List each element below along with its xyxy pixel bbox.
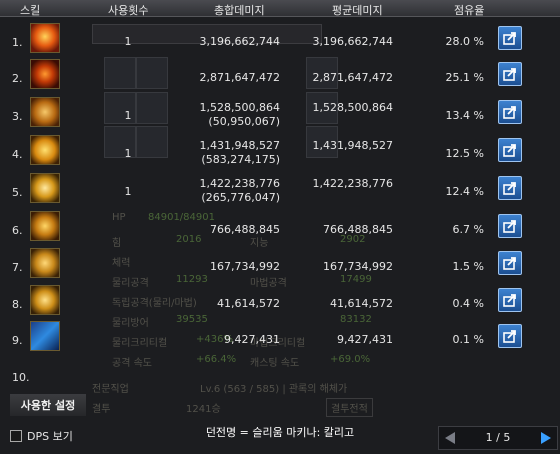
ring-skill-icon	[30, 285, 60, 315]
total-damage: 2,871,647,472	[199, 71, 280, 84]
header-skill: 스킬	[20, 4, 41, 17]
total-damage: 9,427,431	[224, 333, 280, 346]
export-icon	[503, 257, 516, 270]
dungeon-name: 던전명 = 슬리움 마키나: 칼리고	[205, 426, 355, 439]
share-export-button[interactable]	[498, 251, 522, 275]
export-icon	[503, 182, 516, 195]
export-icon	[503, 330, 516, 343]
average-damage: 1,431,948,527	[312, 139, 393, 152]
fire-skill-icon	[30, 23, 60, 53]
damage-share: 1.5 %	[452, 260, 484, 273]
table-row: 4. 1 1,431,948,527 (583,274,175) 1,431,948,5…	[0, 132, 560, 170]
row-number: 2.	[12, 72, 23, 85]
header-total: 총합데미지	[214, 4, 265, 17]
pager: 1 / 5	[438, 426, 558, 450]
row-number: 7.	[12, 261, 23, 274]
average-damage: 1,528,500,864	[312, 101, 393, 114]
share-export-button[interactable]	[498, 176, 522, 200]
share-export-button[interactable]	[498, 100, 522, 124]
table-row: 6. 766,488,845 766,488,845 6.7 %	[0, 208, 560, 246]
figure-skill-icon	[30, 97, 60, 127]
used-settings-label[interactable]: 사용한 설정	[10, 394, 86, 416]
damage-share: 25.1 %	[445, 71, 484, 84]
export-icon	[503, 106, 516, 119]
row-number: 8.	[12, 298, 23, 311]
table-row: 1. 1 3,196,662,744 3,196,662,744 28.0 %	[0, 20, 560, 58]
row-number: 5.	[12, 186, 23, 199]
ghost-duel-button: 결투전적	[326, 398, 373, 417]
average-damage: 766,488,845	[323, 223, 393, 236]
average-damage: 167,734,992	[323, 260, 393, 273]
use-count: 1	[124, 185, 132, 198]
table-row: 7. 167,734,992 167,734,992 1.5 %	[0, 245, 560, 283]
row-number: 1.	[12, 36, 23, 49]
share-export-button[interactable]	[498, 214, 522, 238]
crown-skill-icon	[30, 211, 60, 241]
total-damage: 167,734,992	[210, 260, 280, 273]
export-icon	[503, 68, 516, 81]
damage-share: 12.5 %	[445, 147, 484, 160]
face-skill-icon	[30, 248, 60, 278]
page-indicator: 1 / 5	[485, 431, 511, 444]
header-avg: 평균데미지	[332, 4, 383, 17]
total-damage: 1,528,500,864	[199, 101, 280, 114]
swirl-skill-icon	[30, 173, 60, 203]
total-damage: 766,488,845	[210, 223, 280, 236]
bolt-skill-icon	[30, 135, 60, 165]
row-number: 4.	[12, 148, 23, 161]
share-export-button[interactable]	[498, 62, 522, 86]
damage-share: 6.7 %	[452, 223, 484, 236]
share-export-button[interactable]	[498, 324, 522, 348]
use-count: 1	[124, 147, 132, 160]
eye-skill-icon	[30, 59, 60, 89]
dps-toggle[interactable]: DPS 보기	[10, 428, 73, 444]
total-damage: 1,422,238,776	[199, 177, 280, 190]
table-row: 2. 2,871,647,472 2,871,647,472 25.1 %	[0, 56, 560, 94]
header-count: 사용횟수	[108, 4, 149, 17]
ghost-duel-val: 1241승	[186, 404, 221, 415]
share-export-button[interactable]	[498, 288, 522, 312]
share-export-button[interactable]	[498, 138, 522, 162]
next-page-icon[interactable]	[541, 432, 551, 444]
row-number: 3.	[12, 110, 23, 123]
export-icon	[503, 32, 516, 45]
ghost-duel: 결투	[92, 404, 111, 415]
dps-label: DPS 보기	[27, 430, 73, 443]
table-row: 8. 41,614,572 41,614,572 0.4 %	[0, 282, 560, 320]
export-icon	[503, 144, 516, 157]
blue-skill-icon	[30, 321, 60, 351]
share-export-button[interactable]	[498, 26, 522, 50]
row-number: 6.	[12, 224, 23, 237]
use-count: 1	[124, 35, 132, 48]
row-number: 10.	[12, 371, 30, 384]
export-icon	[503, 294, 516, 307]
table-row: 3. 1 1,528,500,864 (50,950,067) 1,528,500,86…	[0, 94, 560, 132]
table-row: 9. 9,427,431 9,427,431 0.1 %	[0, 318, 560, 356]
total-damage-sub: (583,274,175)	[201, 153, 280, 166]
damage-share: 13.4 %	[445, 109, 484, 122]
table-row: 5. 1 1,422,238,776 (265,776,047) 1,422,238,7…	[0, 170, 560, 208]
total-damage-sub: (50,950,067)	[208, 115, 280, 128]
header-share: 점유율	[454, 4, 485, 17]
average-damage: 9,427,431	[337, 333, 393, 346]
table-row: 10.	[0, 355, 560, 393]
export-icon	[503, 220, 516, 233]
total-damage-sub: (265,776,047)	[201, 191, 280, 204]
damage-share: 12.4 %	[445, 185, 484, 198]
total-damage: 41,614,572	[217, 297, 280, 310]
prev-page-icon[interactable]	[445, 432, 455, 444]
use-count: 1	[124, 109, 132, 122]
dps-checkbox[interactable]	[10, 430, 22, 442]
damage-share: 28.0 %	[445, 35, 484, 48]
damage-share: 0.1 %	[452, 333, 484, 346]
average-damage: 1,422,238,776	[312, 177, 393, 190]
total-damage: 3,196,662,744	[199, 35, 280, 48]
average-damage: 2,871,647,472	[312, 71, 393, 84]
total-damage: 1,431,948,527	[199, 139, 280, 152]
row-number: 9.	[12, 334, 23, 347]
table-header: 스킬 사용횟수 총합데미지 평균데미지 점유율	[0, 0, 560, 17]
damage-share: 0.4 %	[452, 297, 484, 310]
average-damage: 3,196,662,744	[312, 35, 393, 48]
average-damage: 41,614,572	[330, 297, 393, 310]
